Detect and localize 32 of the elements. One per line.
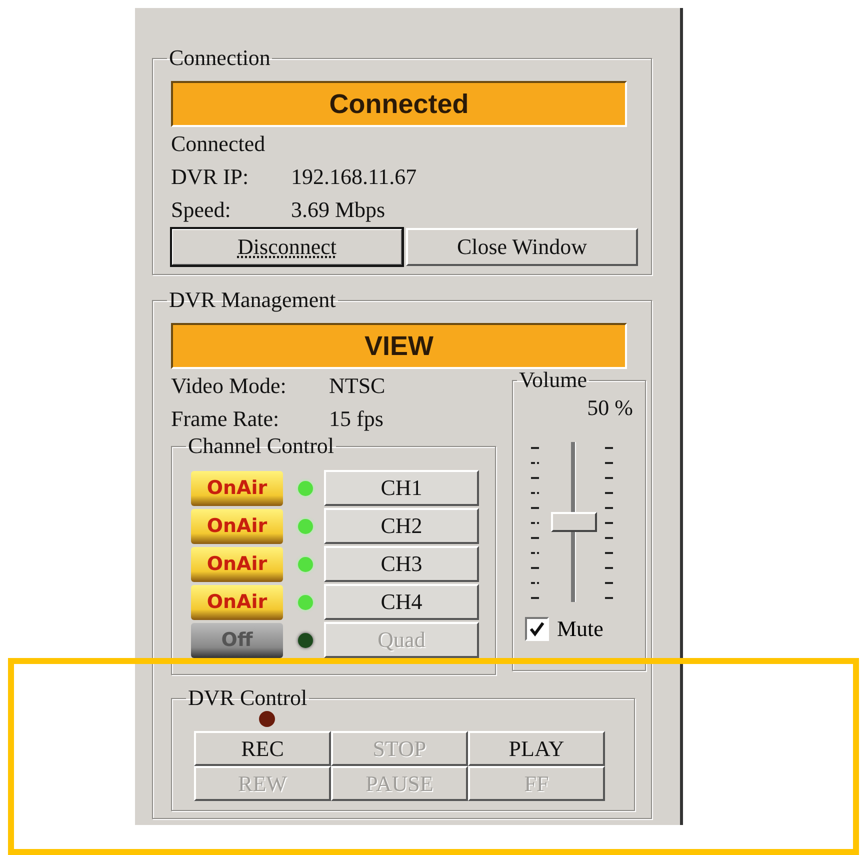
field-label: Video Mode: bbox=[171, 372, 288, 400]
on-air-button[interactable]: OnAir bbox=[191, 470, 283, 506]
status-banner: Connected bbox=[171, 81, 627, 127]
on-air-button[interactable]: OnAir bbox=[191, 546, 283, 582]
on-air-button[interactable]: OnAir bbox=[191, 508, 283, 544]
status-text: Connected bbox=[171, 130, 266, 158]
channel-button[interactable]: CH2 bbox=[324, 508, 479, 544]
field-value: 192.168.11.67 bbox=[291, 163, 417, 191]
group-title: Volume bbox=[518, 369, 588, 391]
group-title: Connection bbox=[168, 47, 272, 69]
field-label: DVR IP: bbox=[171, 163, 250, 191]
channel-button[interactable]: CH4 bbox=[324, 584, 479, 620]
field-label: Speed: bbox=[171, 196, 232, 224]
channel-button[interactable]: CH3 bbox=[324, 546, 479, 582]
playback-button[interactable]: PLAY bbox=[468, 731, 605, 766]
field-value: NTSC bbox=[329, 372, 386, 400]
field-value: 3.69 Mbps bbox=[291, 196, 386, 224]
playback-button[interactable]: REC bbox=[194, 731, 331, 766]
field-label: Frame Rate: bbox=[171, 405, 280, 433]
group-title: DVR Management bbox=[168, 289, 337, 311]
dialog-button[interactable]: Disconnect bbox=[171, 228, 403, 266]
check-icon bbox=[529, 621, 545, 637]
field-value: 15 fps bbox=[329, 405, 384, 433]
on-air-button[interactable]: OnAir bbox=[191, 584, 283, 620]
volume-reading: 50 % bbox=[587, 394, 633, 422]
channel-button[interactable]: CH1 bbox=[324, 470, 479, 506]
dialog-button[interactable]: Close Window bbox=[406, 228, 638, 266]
group-title: Channel Control bbox=[187, 435, 336, 457]
mode-banner: VIEW bbox=[171, 323, 627, 369]
group-title: DVR Control bbox=[187, 687, 308, 709]
mute-checkbox[interactable]: Mute bbox=[525, 616, 604, 642]
slider-thumb[interactable] bbox=[551, 512, 597, 532]
